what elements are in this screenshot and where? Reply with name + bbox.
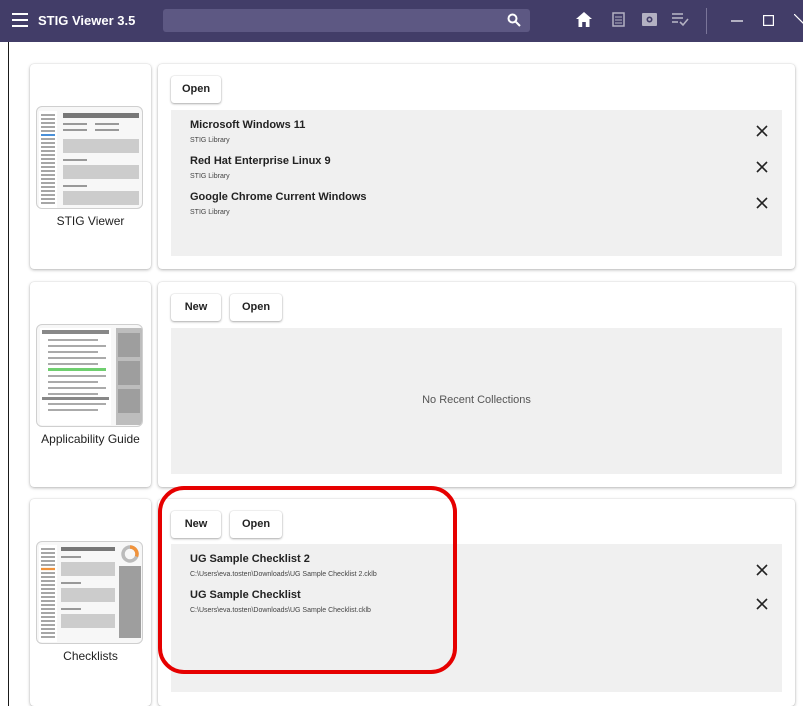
recent-stigs-list: Microsoft Windows 11 STIG Library Red Ha…: [171, 110, 782, 256]
window-border: [8, 42, 9, 706]
remove-icon[interactable]: [756, 197, 768, 209]
remove-icon[interactable]: [756, 161, 768, 173]
menu-icon[interactable]: [12, 13, 28, 27]
item-name: Red Hat Enterprise Linux 9: [190, 155, 331, 167]
item-source: STIG Library: [190, 173, 230, 180]
recent-collections-list: No Recent Collections: [171, 328, 782, 474]
list-item[interactable]: Microsoft Windows 11 STIG Library: [190, 119, 782, 151]
home-icon[interactable]: [576, 12, 592, 27]
minimize-icon[interactable]: [731, 20, 743, 22]
tile-label: STIG Viewer: [56, 214, 125, 228]
applicability-guide-tile[interactable]: Applicability Guide: [30, 282, 151, 487]
applicability-guide-thumbnail: [36, 324, 143, 427]
stig-viewer-panel: Open Microsoft Windows 11 STIG Library R…: [158, 64, 795, 269]
search-icon[interactable]: [507, 13, 521, 27]
list-item[interactable]: Google Chrome Current Windows STIG Libra…: [190, 191, 782, 223]
applicability-guide-panel: New Open No Recent Collections: [158, 282, 795, 487]
stig-viewer-thumbnail: [36, 106, 143, 209]
checklists-thumbnail: [36, 541, 143, 644]
remove-icon[interactable]: [756, 564, 768, 576]
app-title: STIG Viewer 3.5: [38, 13, 136, 28]
item-source: STIG Library: [190, 209, 230, 216]
checklists-tile[interactable]: Checklists: [30, 499, 151, 706]
toolbar-separator: [706, 8, 707, 34]
item-name: Microsoft Windows 11: [190, 119, 306, 131]
item-name: Google Chrome Current Windows: [190, 191, 367, 203]
stig-viewer-tile[interactable]: STIG Viewer: [30, 64, 151, 269]
remove-icon[interactable]: [756, 125, 768, 137]
maximize-icon[interactable]: [763, 15, 774, 26]
tile-label: Applicability Guide: [41, 432, 140, 446]
collection-new-button[interactable]: New: [171, 294, 221, 321]
tile-label: Checklists: [63, 649, 118, 663]
remove-icon[interactable]: [756, 598, 768, 610]
list-item[interactable]: Red Hat Enterprise Linux 9 STIG Library: [190, 155, 782, 187]
item-source: STIG Library: [190, 137, 230, 144]
annotation-highlight: [158, 486, 457, 674]
close-window-icon[interactable]: [794, 14, 803, 27]
title-bar: STIG Viewer 3.5: [0, 0, 803, 42]
collection-open-button[interactable]: Open: [230, 294, 282, 321]
stig-open-button[interactable]: Open: [171, 76, 221, 103]
search-input[interactable]: [163, 9, 530, 32]
image-icon[interactable]: [642, 12, 657, 27]
document-list-icon[interactable]: [612, 12, 625, 27]
empty-message: No Recent Collections: [422, 394, 531, 406]
checklist-icon[interactable]: [672, 12, 689, 27]
